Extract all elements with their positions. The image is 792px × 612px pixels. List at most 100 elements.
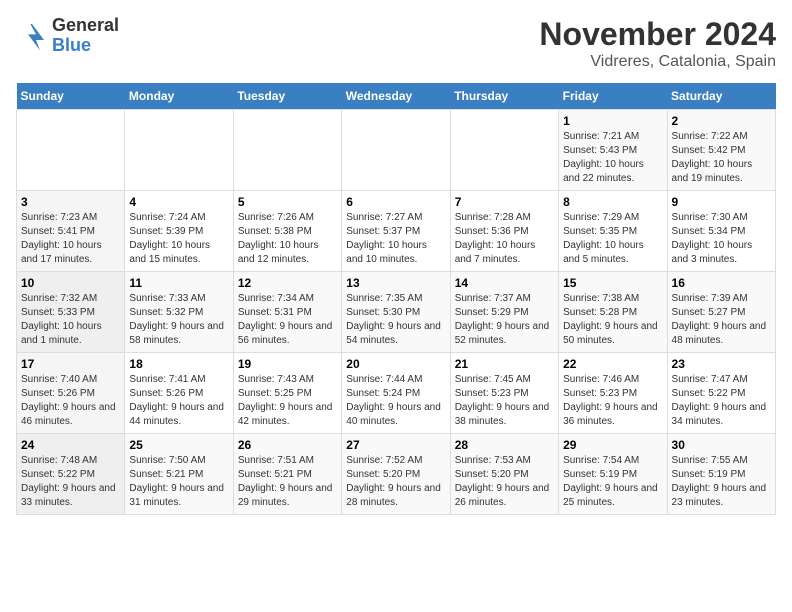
- day-info: Sunrise: 7:47 AM Sunset: 5:22 PM Dayligh…: [672, 373, 771, 429]
- day-number: 4: [129, 195, 228, 209]
- logo-blue: Blue: [52, 36, 119, 56]
- weekday-header: Monday: [125, 83, 233, 110]
- day-info: Sunrise: 7:37 AM Sunset: 5:29 PM Dayligh…: [455, 292, 554, 348]
- day-info: Sunrise: 7:54 AM Sunset: 5:19 PM Dayligh…: [563, 454, 662, 510]
- day-info: Sunrise: 7:55 AM Sunset: 5:19 PM Dayligh…: [672, 454, 771, 510]
- day-number: 26: [238, 438, 337, 452]
- title-area: November 2024 Vidreres, Catalonia, Spain: [539, 16, 776, 71]
- calendar-day-cell: 22 Sunrise: 7:46 AM Sunset: 5:23 PM Dayli…: [559, 353, 667, 434]
- day-number: 12: [238, 276, 337, 290]
- day-info: Sunrise: 7:23 AM Sunset: 5:41 PM Dayligh…: [21, 211, 120, 267]
- day-info: Sunrise: 7:24 AM Sunset: 5:39 PM Dayligh…: [129, 211, 228, 267]
- calendar-day-cell: 19 Sunrise: 7:43 AM Sunset: 5:25 PM Dayli…: [233, 353, 341, 434]
- day-number: 1: [563, 114, 662, 128]
- calendar-day-cell: 10 Sunrise: 7:32 AM Sunset: 5:33 PM Dayli…: [17, 272, 125, 353]
- day-number: 9: [672, 195, 771, 209]
- logo-icon: [16, 20, 48, 52]
- calendar-day-cell: 14 Sunrise: 7:37 AM Sunset: 5:29 PM Dayli…: [450, 272, 558, 353]
- header: General Blue November 2024 Vidreres, Cat…: [16, 16, 776, 71]
- day-number: 14: [455, 276, 554, 290]
- calendar-week-row: 1Sunrise: 7:21 AM Sunset: 5:43 PM Daylig…: [17, 110, 776, 191]
- day-number: 3: [21, 195, 120, 209]
- weekday-header: Tuesday: [233, 83, 341, 110]
- day-info: Sunrise: 7:28 AM Sunset: 5:36 PM Dayligh…: [455, 211, 554, 267]
- weekday-header-row: SundayMondayTuesdayWednesdayThursdayFrid…: [17, 83, 776, 110]
- day-number: 30: [672, 438, 771, 452]
- month-title: November 2024: [539, 16, 776, 53]
- calendar-day-cell: [450, 110, 558, 191]
- day-info: Sunrise: 7:45 AM Sunset: 5:23 PM Dayligh…: [455, 373, 554, 429]
- weekday-header: Thursday: [450, 83, 558, 110]
- calendar-day-cell: 7 Sunrise: 7:28 AM Sunset: 5:36 PM Daylig…: [450, 191, 558, 272]
- logo-general: General: [52, 16, 119, 36]
- calendar-week-row: 24 Sunrise: 7:48 AM Sunset: 5:22 PM Dayli…: [17, 434, 776, 515]
- calendar-day-cell: 1Sunrise: 7:21 AM Sunset: 5:43 PM Daylig…: [559, 110, 667, 191]
- day-number: 28: [455, 438, 554, 452]
- day-number: 22: [563, 357, 662, 371]
- calendar-day-cell: 2 Sunrise: 7:22 AM Sunset: 5:42 PM Daylig…: [667, 110, 775, 191]
- day-info: Sunrise: 7:32 AM Sunset: 5:33 PM Dayligh…: [21, 292, 120, 348]
- weekday-header: Wednesday: [342, 83, 450, 110]
- calendar-week-row: 3 Sunrise: 7:23 AM Sunset: 5:41 PM Daylig…: [17, 191, 776, 272]
- calendar-day-cell: 16 Sunrise: 7:39 AM Sunset: 5:27 PM Dayli…: [667, 272, 775, 353]
- weekday-header: Saturday: [667, 83, 775, 110]
- calendar-day-cell: 13 Sunrise: 7:35 AM Sunset: 5:30 PM Dayli…: [342, 272, 450, 353]
- day-info: Sunrise: 7:33 AM Sunset: 5:32 PM Dayligh…: [129, 292, 228, 348]
- day-info: Sunrise: 7:41 AM Sunset: 5:26 PM Dayligh…: [129, 373, 228, 429]
- day-number: 21: [455, 357, 554, 371]
- day-info: Sunrise: 7:39 AM Sunset: 5:27 PM Dayligh…: [672, 292, 771, 348]
- day-info: Sunrise: 7:27 AM Sunset: 5:37 PM Dayligh…: [346, 211, 445, 267]
- location-title: Vidreres, Catalonia, Spain: [539, 53, 776, 71]
- day-number: 8: [563, 195, 662, 209]
- calendar-day-cell: 30 Sunrise: 7:55 AM Sunset: 5:19 PM Dayli…: [667, 434, 775, 515]
- weekday-header: Friday: [559, 83, 667, 110]
- calendar-day-cell: [342, 110, 450, 191]
- calendar-day-cell: 23 Sunrise: 7:47 AM Sunset: 5:22 PM Dayli…: [667, 353, 775, 434]
- day-number: 2: [672, 114, 771, 128]
- calendar-day-cell: [125, 110, 233, 191]
- day-number: 23: [672, 357, 771, 371]
- calendar-day-cell: [17, 110, 125, 191]
- day-number: 10: [21, 276, 120, 290]
- weekday-header: Sunday: [17, 83, 125, 110]
- day-info: Sunrise: 7:38 AM Sunset: 5:28 PM Dayligh…: [563, 292, 662, 348]
- calendar-day-cell: 5 Sunrise: 7:26 AM Sunset: 5:38 PM Daylig…: [233, 191, 341, 272]
- calendar-day-cell: 11 Sunrise: 7:33 AM Sunset: 5:32 PM Dayli…: [125, 272, 233, 353]
- calendar-day-cell: 6 Sunrise: 7:27 AM Sunset: 5:37 PM Daylig…: [342, 191, 450, 272]
- calendar-day-cell: 21 Sunrise: 7:45 AM Sunset: 5:23 PM Dayli…: [450, 353, 558, 434]
- calendar-day-cell: 29 Sunrise: 7:54 AM Sunset: 5:19 PM Dayli…: [559, 434, 667, 515]
- day-number: 27: [346, 438, 445, 452]
- day-number: 5: [238, 195, 337, 209]
- day-number: 18: [129, 357, 228, 371]
- day-number: 16: [672, 276, 771, 290]
- day-info: Sunrise: 7:50 AM Sunset: 5:21 PM Dayligh…: [129, 454, 228, 510]
- calendar-day-cell: 26Sunrise: 7:51 AM Sunset: 5:21 PM Dayli…: [233, 434, 341, 515]
- day-number: 19: [238, 357, 337, 371]
- day-info: Sunrise: 7:46 AM Sunset: 5:23 PM Dayligh…: [563, 373, 662, 429]
- day-number: 13: [346, 276, 445, 290]
- calendar-day-cell: 28Sunrise: 7:53 AM Sunset: 5:20 PM Dayli…: [450, 434, 558, 515]
- day-info: Sunrise: 7:40 AM Sunset: 5:26 PM Dayligh…: [21, 373, 120, 429]
- calendar-day-cell: 3 Sunrise: 7:23 AM Sunset: 5:41 PM Daylig…: [17, 191, 125, 272]
- day-info: Sunrise: 7:43 AM Sunset: 5:25 PM Dayligh…: [238, 373, 337, 429]
- calendar-day-cell: 20Sunrise: 7:44 AM Sunset: 5:24 PM Dayli…: [342, 353, 450, 434]
- calendar-day-cell: 27Sunrise: 7:52 AM Sunset: 5:20 PM Dayli…: [342, 434, 450, 515]
- day-info: Sunrise: 7:48 AM Sunset: 5:22 PM Dayligh…: [21, 454, 120, 510]
- day-info: Sunrise: 7:35 AM Sunset: 5:30 PM Dayligh…: [346, 292, 445, 348]
- calendar-day-cell: 24 Sunrise: 7:48 AM Sunset: 5:22 PM Dayli…: [17, 434, 125, 515]
- day-number: 29: [563, 438, 662, 452]
- day-number: 15: [563, 276, 662, 290]
- day-number: 20: [346, 357, 445, 371]
- day-number: 7: [455, 195, 554, 209]
- day-info: Sunrise: 7:22 AM Sunset: 5:42 PM Dayligh…: [672, 130, 771, 186]
- day-info: Sunrise: 7:26 AM Sunset: 5:38 PM Dayligh…: [238, 211, 337, 267]
- day-number: 6: [346, 195, 445, 209]
- calendar-day-cell: 18 Sunrise: 7:41 AM Sunset: 5:26 PM Dayli…: [125, 353, 233, 434]
- calendar-day-cell: 4 Sunrise: 7:24 AM Sunset: 5:39 PM Daylig…: [125, 191, 233, 272]
- day-number: 24: [21, 438, 120, 452]
- calendar-week-row: 17Sunrise: 7:40 AM Sunset: 5:26 PM Dayli…: [17, 353, 776, 434]
- calendar-day-cell: 15 Sunrise: 7:38 AM Sunset: 5:28 PM Dayli…: [559, 272, 667, 353]
- calendar-week-row: 10 Sunrise: 7:32 AM Sunset: 5:33 PM Dayli…: [17, 272, 776, 353]
- calendar-day-cell: 8Sunrise: 7:29 AM Sunset: 5:35 PM Daylig…: [559, 191, 667, 272]
- day-number: 11: [129, 276, 228, 290]
